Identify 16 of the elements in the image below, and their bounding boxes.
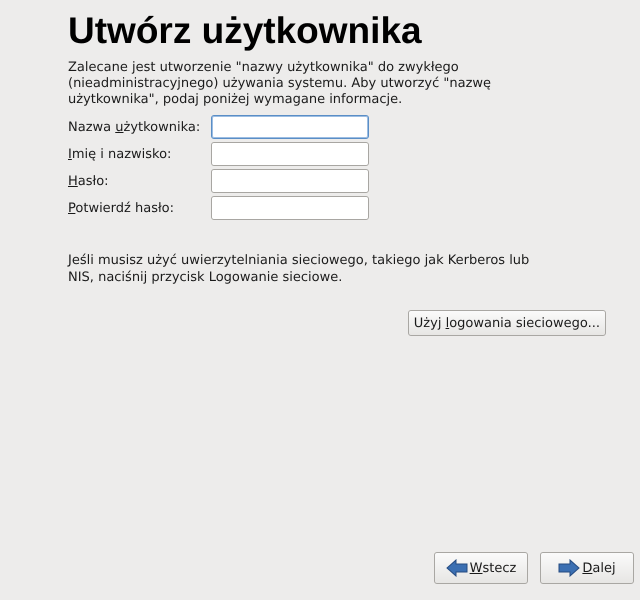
back-button[interactable]: Wstecz <box>434 552 528 584</box>
network-login-button[interactable]: Użyj logowania sieciowego... <box>408 310 606 336</box>
intro-text: Zalecane jest utworzenie "nazwy użytkownika" do zwykłego (nieadministracyjnego) używania systemu. Aby utworzyć "nazwę użytkownika", podaj poniżej wymagane informacje. <box>68 60 492 108</box>
next-button[interactable]: Dalej <box>540 552 634 584</box>
input-field[interactable] <box>211 142 369 166</box>
input-field[interactable] <box>211 115 369 139</box>
left-arrow-icon <box>446 559 468 577</box>
field-label: Hasło: <box>68 174 110 188</box>
field-label: Potwierdź hasło: <box>68 200 176 216</box>
input-field[interactable] <box>211 169 369 193</box>
input-field[interactable] <box>211 196 369 220</box>
right-arrow-icon <box>558 559 580 577</box>
page-title: Utwórz użytkownika <box>68 9 423 53</box>
network-note: Jeśli musisz użyć uwierzytelniania sieciowego, takiego jak Kerberos lub NIS, naciśnij przycisk Logowanie sieciowe. <box>68 252 530 286</box>
field-label: Nazwa użytkownika: <box>68 120 202 134</box>
field-label: Imię i nazwisko: <box>68 146 172 162</box>
